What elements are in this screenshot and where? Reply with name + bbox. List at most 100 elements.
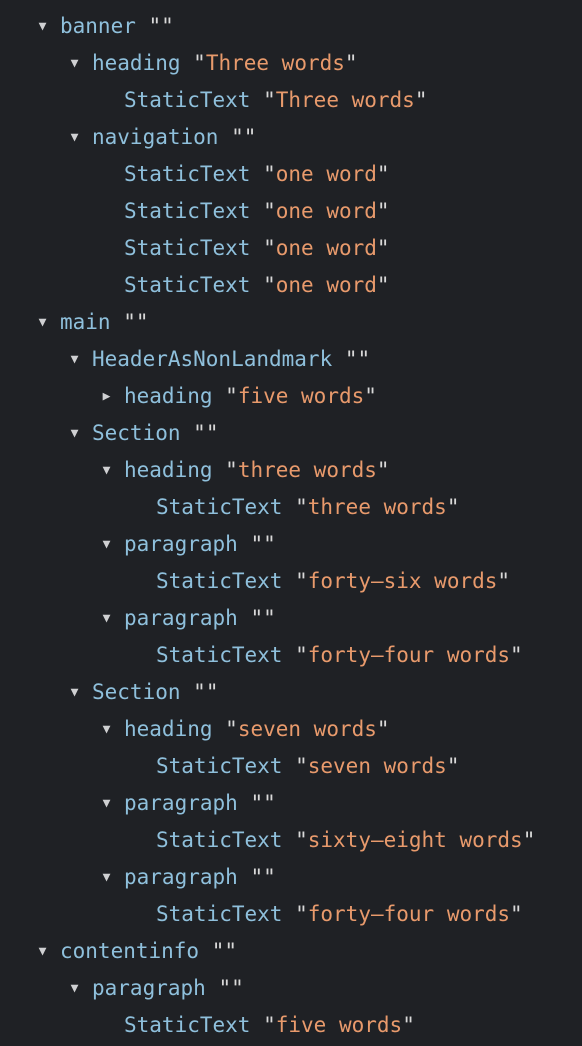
role-value-gap [213, 458, 226, 482]
ax-node-role: StaticText [156, 754, 283, 778]
role-value-gap [238, 791, 251, 815]
value-open-quote: " [263, 236, 276, 260]
value-close-quote: " [446, 495, 460, 519]
ax-tree-row[interactable]: ▼ StaticText "forty–four words" [0, 637, 582, 674]
ax-tree-row[interactable]: ▼ main "" [0, 304, 582, 341]
ax-node-value: one word [275, 273, 377, 297]
accessibility-tree[interactable]: ▼RootWebArea "three words"▼banner ""▼hea… [0, 0, 582, 1044]
value-open-quote: " [225, 717, 238, 741]
twisty-expanded-icon[interactable]: ▼ [36, 933, 49, 970]
ax-node-role: banner [60, 14, 136, 38]
ax-tree-row[interactable]: ▼ heading "seven words" [0, 711, 582, 748]
twisty-expanded-icon[interactable]: ▼ [100, 600, 113, 637]
ax-node-value: three words [224, 0, 363, 1]
role-value-gap [213, 717, 226, 741]
ax-tree-row[interactable]: ▼ StaticText "forty–four words" [0, 896, 582, 933]
ax-node-value: Three words [205, 51, 345, 75]
ax-tree-row[interactable]: ▼ StaticText "seven words" [0, 748, 582, 785]
ax-tree-row[interactable]: ▼ StaticText "one word" [0, 156, 582, 193]
ax-tree-row[interactable]: ▼ heading "three words" [0, 452, 582, 489]
role-value-gap [250, 1013, 263, 1037]
value-close-quote: " [263, 606, 276, 630]
twisty-expanded-icon[interactable]: ▼ [100, 859, 113, 896]
twisty-expanded-icon[interactable]: ▼ [100, 526, 113, 563]
ax-tree-row[interactable]: ▼ banner "" [0, 8, 582, 45]
role-value-gap [181, 51, 194, 75]
twisty-placeholder-icon: ▼ [132, 896, 145, 933]
role-value-gap [181, 421, 194, 445]
role-value-gap [282, 828, 295, 852]
ax-tree-row[interactable]: ▼ StaticText "forty–six words" [0, 563, 582, 600]
role-value-gap [250, 199, 263, 223]
value-close-quote: " [263, 532, 276, 556]
ax-node-role: navigation [92, 125, 219, 149]
twisty-expanded-icon[interactable]: ▼ [100, 711, 113, 748]
ax-tree-row[interactable]: ▼ StaticText "one word" [0, 230, 582, 267]
ax-tree-row[interactable]: ▼ Section "" [0, 415, 582, 452]
role-value-gap [282, 902, 295, 926]
twisty-expanded-icon[interactable]: ▼ [68, 45, 81, 82]
ax-node-value: three words [307, 495, 447, 519]
value-open-quote: " [263, 199, 276, 223]
ax-tree-row[interactable]: ▼ paragraph "" [0, 859, 582, 896]
ax-tree-row[interactable]: ▼ StaticText "sixty–eight words" [0, 822, 582, 859]
ax-node-role: RootWebArea [60, 0, 199, 1]
value-close-quote: " [231, 976, 244, 1000]
value-open-quote: " [295, 902, 308, 926]
ax-tree-row[interactable]: ▼ StaticText "Three words" [0, 82, 582, 119]
ax-tree-row[interactable]: ▼ navigation "" [0, 119, 582, 156]
value-close-quote: " [357, 347, 371, 371]
ax-node-value: seven words [307, 754, 447, 778]
ax-node-role: StaticText [156, 569, 283, 593]
ax-tree-row[interactable]: ▼ paragraph "" [0, 526, 582, 563]
value-open-quote: " [225, 458, 238, 482]
twisty-expanded-icon[interactable]: ▼ [68, 415, 81, 452]
ax-node-value: seven words [237, 717, 377, 741]
twisty-expanded-icon[interactable]: ▼ [36, 304, 49, 341]
value-open-quote: " [344, 347, 358, 371]
value-close-quote: " [243, 125, 257, 149]
twisty-expanded-icon[interactable]: ▼ [100, 785, 113, 822]
twisty-expanded-icon[interactable]: ▼ [68, 674, 81, 711]
value-open-quote: " [218, 976, 232, 1000]
twisty-expanded-icon[interactable]: ▼ [36, 0, 49, 8]
ax-node-value: forty–six words [307, 569, 498, 593]
twisty-placeholder-icon: ▼ [132, 489, 145, 526]
role-value-gap [282, 495, 295, 519]
ax-tree-row[interactable]: ▼ heading "Three words" [0, 45, 582, 82]
twisty-expanded-icon[interactable]: ▼ [68, 970, 81, 1007]
value-close-quote: " [376, 162, 390, 186]
twisty-expanded-icon[interactable]: ▼ [68, 119, 81, 156]
twisty-expanded-icon[interactable]: ▼ [68, 341, 81, 378]
value-close-quote: " [376, 273, 390, 297]
ax-tree-row[interactable]: ▼ StaticText "one word" [0, 193, 582, 230]
ax-tree-row[interactable]: ▼ paragraph "" [0, 600, 582, 637]
ax-tree-row[interactable]: ▼ RootWebArea "three words" [0, 0, 582, 8]
ax-tree-row[interactable]: ▼ HeaderAsNonLandmark "" [0, 341, 582, 378]
value-open-quote: " [295, 569, 308, 593]
ax-tree-row[interactable]: ▼ StaticText "five words" [0, 1007, 582, 1044]
ax-tree-row[interactable]: ▶ heading "five words" [0, 378, 582, 415]
value-close-quote: " [205, 421, 219, 445]
ax-tree-row[interactable]: ▼ contentinfo "" [0, 933, 582, 970]
ax-tree-row[interactable]: ▼ paragraph "" [0, 970, 582, 1007]
value-close-quote: " [402, 1013, 415, 1037]
role-value-gap [282, 569, 295, 593]
ax-tree-row[interactable]: ▼ paragraph "" [0, 785, 582, 822]
twisty-expanded-icon[interactable]: ▼ [100, 452, 113, 489]
twisty-collapsed-icon[interactable]: ▶ [100, 378, 113, 415]
ax-node-value: five words [275, 1013, 403, 1037]
value-close-quote: " [205, 680, 219, 704]
twisty-placeholder-icon: ▼ [132, 563, 145, 600]
role-value-gap [238, 606, 251, 630]
ax-node-role: main [60, 310, 111, 334]
value-open-quote: " [250, 865, 264, 889]
twisty-placeholder-icon: ▼ [132, 822, 145, 859]
twisty-expanded-icon[interactable]: ▼ [36, 8, 49, 45]
ax-tree-row[interactable]: ▼ Section "" [0, 674, 582, 711]
role-value-gap [282, 643, 295, 667]
value-open-quote: " [295, 495, 308, 519]
ax-tree-row[interactable]: ▼ StaticText "one word" [0, 267, 582, 304]
ax-tree-row[interactable]: ▼ StaticText "three words" [0, 489, 582, 526]
value-open-quote: " [250, 606, 264, 630]
